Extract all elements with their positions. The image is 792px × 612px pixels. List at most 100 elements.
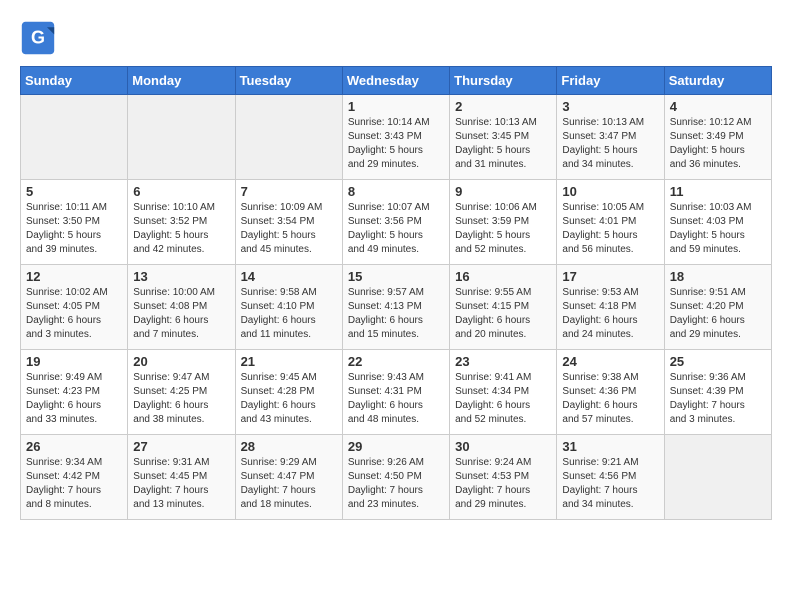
day-info: Sunrise: 9:49 AM Sunset: 4:23 PM Dayligh… [26,371,122,427]
day-number: 9 [455,184,551,199]
calendar-cell: 11 Sunrise: 10:03 AM Sunset: 4:03 PM Dayl… [664,180,771,265]
calendar-cell: 17 Sunrise: 9:53 AM Sunset: 4:18 PM Dayli… [557,265,664,350]
day-number: 22 [348,354,444,369]
day-number: 3 [562,99,658,114]
day-info: Sunrise: 9:58 AM Sunset: 4:10 PM Dayligh… [241,286,337,342]
day-number: 20 [133,354,229,369]
calendar-cell: 24Sunrise: 9:38 AM Sunset: 4:36 PM Dayli… [557,350,664,435]
header-saturday: Saturday [664,67,771,95]
day-number: 10 [562,184,658,199]
day-info: Sunrise: 9:45 AM Sunset: 4:28 PM Dayligh… [241,371,337,427]
day-info: Sunrise: 9:51 AM Sunset: 4:20 PM Dayligh… [670,286,766,342]
calendar-cell: 28 Sunrise: 9:29 AM Sunset: 4:47 PM Dayli… [235,435,342,520]
day-info: Sunrise: 9:41 AM Sunset: 4:34 PM Dayligh… [455,371,551,427]
calendar-body: 1Sunrise: 10:14 AM Sunset: 3:43 PM Dayli… [21,95,772,520]
calendar-cell: 29 Sunrise: 9:26 AM Sunset: 4:50 PM Dayli… [342,435,449,520]
day-number: 31 [562,439,658,454]
day-number: 11 [670,184,766,199]
calendar-cell: 2 Sunrise: 10:13 AM Sunset: 3:45 PM Dayli… [450,95,557,180]
calendar-cell: 16Sunrise: 9:55 AM Sunset: 4:15 PM Dayli… [450,265,557,350]
day-info: Sunrise: 10:06 AM Sunset: 3:59 PM Daylig… [455,201,551,257]
day-number: 29 [348,439,444,454]
day-info: Sunrise: 9:21 AM Sunset: 4:56 PM Dayligh… [562,456,658,512]
day-number: 4 [670,99,766,114]
day-info: Sunrise: 9:36 AM Sunset: 4:39 PM Dayligh… [670,371,766,427]
day-number: 5 [26,184,122,199]
calendar-cell: 19 Sunrise: 9:49 AM Sunset: 4:23 PM Dayli… [21,350,128,435]
calendar-header: Sunday Monday Tuesday Wednesday Thursday… [21,67,772,95]
calendar-cell: 7 Sunrise: 10:09 AM Sunset: 3:54 PM Dayli… [235,180,342,265]
day-number: 2 [455,99,551,114]
day-info: Sunrise: 9:53 AM Sunset: 4:18 PM Dayligh… [562,286,658,342]
calendar-week-2: 5 Sunrise: 10:11 AM Sunset: 3:50 PM Dayli… [21,180,772,265]
header-wednesday: Wednesday [342,67,449,95]
calendar-cell: 20 Sunrise: 9:47 AM Sunset: 4:25 PM Dayli… [128,350,235,435]
day-info: Sunrise: 9:43 AM Sunset: 4:31 PM Dayligh… [348,371,444,427]
day-info: Sunrise: 10:11 AM Sunset: 3:50 PM Daylig… [26,201,122,257]
day-info: Sunrise: 9:57 AM Sunset: 4:13 PM Dayligh… [348,286,444,342]
day-number: 12 [26,269,122,284]
calendar-cell [664,435,771,520]
day-info: Sunrise: 10:10 AM Sunset: 3:52 PM Daylig… [133,201,229,257]
logo-icon: G [20,20,56,56]
svg-text:G: G [31,27,45,47]
day-info: Sunrise: 10:13 AM Sunset: 3:45 PM Daylig… [455,116,551,172]
day-number: 28 [241,439,337,454]
calendar-cell: 18Sunrise: 9:51 AM Sunset: 4:20 PM Dayli… [664,265,771,350]
day-number: 23 [455,354,551,369]
calendar-week-5: 26 Sunrise: 9:34 AM Sunset: 4:42 PM Dayli… [21,435,772,520]
calendar-cell: 10 Sunrise: 10:05 AM Sunset: 4:01 PM Dayl… [557,180,664,265]
day-info: Sunrise: 9:55 AM Sunset: 4:15 PM Dayligh… [455,286,551,342]
day-info: Sunrise: 10:00 AM Sunset: 4:08 PM Daylig… [133,286,229,342]
calendar-week-4: 19 Sunrise: 9:49 AM Sunset: 4:23 PM Dayli… [21,350,772,435]
day-info: Sunrise: 10:02 AM Sunset: 4:05 PM Daylig… [26,286,122,342]
day-number: 26 [26,439,122,454]
calendar-cell: 6 Sunrise: 10:10 AM Sunset: 3:52 PM Dayli… [128,180,235,265]
header-sunday: Sunday [21,67,128,95]
day-info: Sunrise: 10:05 AM Sunset: 4:01 PM Daylig… [562,201,658,257]
day-number: 6 [133,184,229,199]
calendar-cell: 13Sunrise: 10:00 AM Sunset: 4:08 PM Dayl… [128,265,235,350]
header-friday: Friday [557,67,664,95]
day-number: 1 [348,99,444,114]
day-number: 7 [241,184,337,199]
day-info: Sunrise: 9:29 AM Sunset: 4:47 PM Dayligh… [241,456,337,512]
day-info: Sunrise: 10:03 AM Sunset: 4:03 PM Daylig… [670,201,766,257]
calendar-cell: 9 Sunrise: 10:06 AM Sunset: 3:59 PM Dayli… [450,180,557,265]
day-number: 25 [670,354,766,369]
calendar-cell: 8Sunrise: 10:07 AM Sunset: 3:56 PM Dayli… [342,180,449,265]
day-number: 17 [562,269,658,284]
page-header: G [20,20,772,56]
calendar-cell: 22 Sunrise: 9:43 AM Sunset: 4:31 PM Dayli… [342,350,449,435]
day-number: 24 [562,354,658,369]
calendar-cell: 12 Sunrise: 10:02 AM Sunset: 4:05 PM Dayl… [21,265,128,350]
day-number: 14 [241,269,337,284]
calendar-week-1: 1Sunrise: 10:14 AM Sunset: 3:43 PM Dayli… [21,95,772,180]
header-thursday: Thursday [450,67,557,95]
day-info: Sunrise: 9:31 AM Sunset: 4:45 PM Dayligh… [133,456,229,512]
day-info: Sunrise: 10:12 AM Sunset: 3:49 PM Daylig… [670,116,766,172]
day-number: 8 [348,184,444,199]
calendar-cell: 26 Sunrise: 9:34 AM Sunset: 4:42 PM Dayli… [21,435,128,520]
calendar-cell [235,95,342,180]
calendar-cell: 14 Sunrise: 9:58 AM Sunset: 4:10 PM Dayli… [235,265,342,350]
day-info: Sunrise: 9:34 AM Sunset: 4:42 PM Dayligh… [26,456,122,512]
calendar-cell: 27 Sunrise: 9:31 AM Sunset: 4:45 PM Dayli… [128,435,235,520]
calendar-cell: 21Sunrise: 9:45 AM Sunset: 4:28 PM Dayli… [235,350,342,435]
header-monday: Monday [128,67,235,95]
logo: G [20,20,62,56]
calendar-table: Sunday Monday Tuesday Wednesday Thursday… [20,66,772,520]
day-info: Sunrise: 10:09 AM Sunset: 3:54 PM Daylig… [241,201,337,257]
calendar-cell: 30Sunrise: 9:24 AM Sunset: 4:53 PM Dayli… [450,435,557,520]
day-number: 27 [133,439,229,454]
day-number: 19 [26,354,122,369]
calendar-cell: 25 Sunrise: 9:36 AM Sunset: 4:39 PM Dayli… [664,350,771,435]
calendar-cell: 3Sunrise: 10:13 AM Sunset: 3:47 PM Dayli… [557,95,664,180]
calendar-cell [128,95,235,180]
day-info: Sunrise: 9:26 AM Sunset: 4:50 PM Dayligh… [348,456,444,512]
calendar-cell: 4 Sunrise: 10:12 AM Sunset: 3:49 PM Dayli… [664,95,771,180]
day-number: 15 [348,269,444,284]
day-info: Sunrise: 9:47 AM Sunset: 4:25 PM Dayligh… [133,371,229,427]
calendar-cell: 1Sunrise: 10:14 AM Sunset: 3:43 PM Dayli… [342,95,449,180]
calendar-cell: 15 Sunrise: 9:57 AM Sunset: 4:13 PM Dayli… [342,265,449,350]
